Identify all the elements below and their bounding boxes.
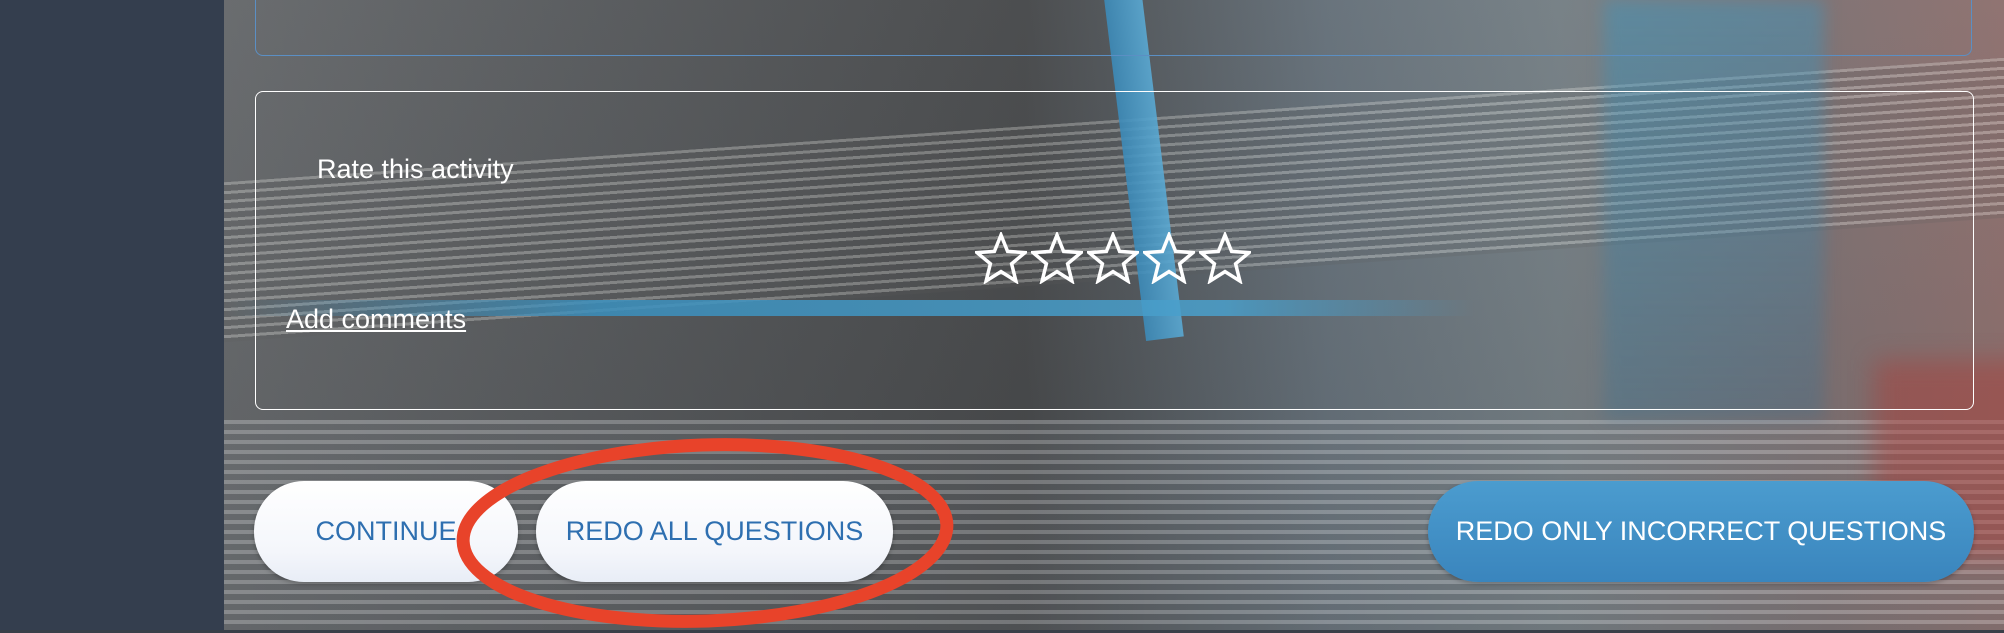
sidebar — [0, 0, 224, 630]
rating-panel: Rate this activity Add comments — [255, 91, 1974, 410]
star-icon[interactable] — [1087, 232, 1139, 284]
rate-activity-label: Rate this activity — [317, 154, 514, 184]
star-icon[interactable] — [975, 232, 1027, 284]
continue-button[interactable]: CONTINUE — [254, 481, 518, 582]
add-comments-link[interactable]: Add comments — [286, 304, 466, 335]
previous-panel — [255, 0, 1972, 56]
star-icon[interactable] — [1031, 232, 1083, 284]
redo-all-questions-button[interactable]: REDO ALL QUESTIONS — [536, 481, 893, 582]
redo-incorrect-questions-button[interactable]: REDO ONLY INCORRECT QUESTIONS — [1428, 481, 1974, 582]
star-icon[interactable] — [1143, 232, 1195, 284]
star-icon[interactable] — [1199, 232, 1251, 284]
star-rating[interactable] — [975, 232, 1251, 284]
